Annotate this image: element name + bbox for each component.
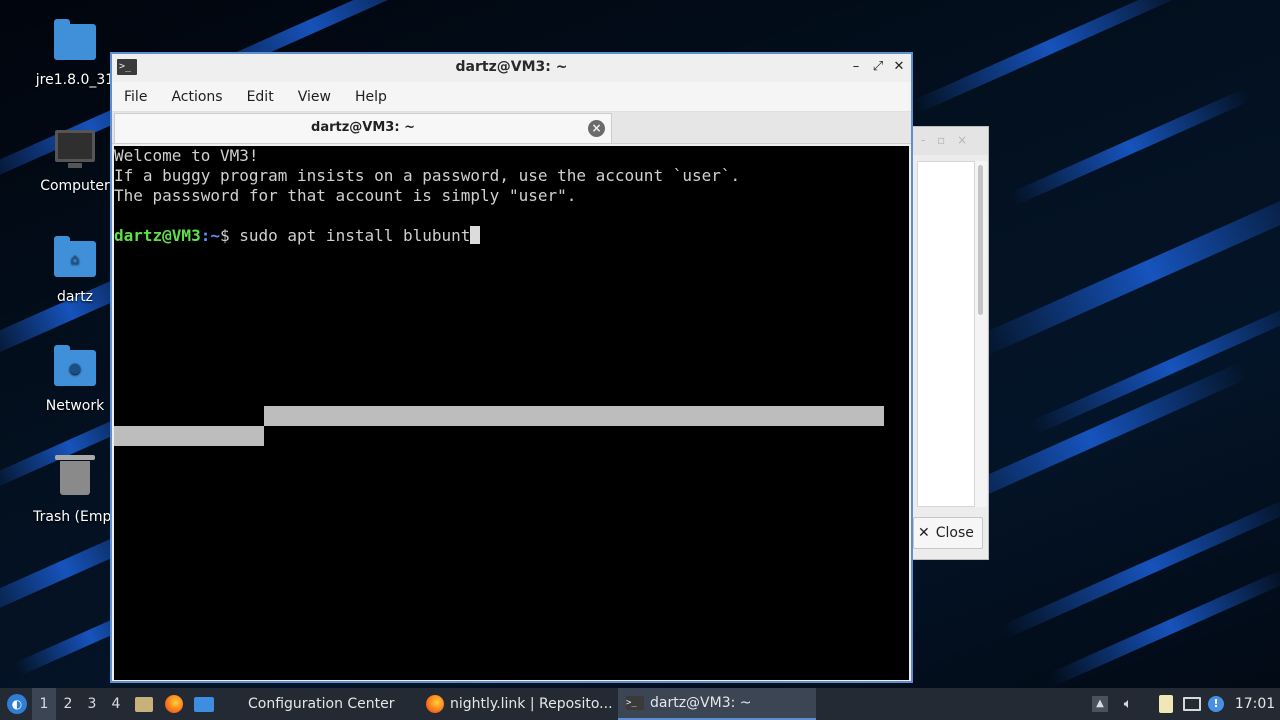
volume-button[interactable]: 🔈︎ bbox=[1117, 688, 1139, 720]
volume-icon: 🔈︎ bbox=[1123, 696, 1133, 712]
desktop-icon-label: Trash (Empt bbox=[33, 509, 117, 525]
file-manager-launcher[interactable] bbox=[134, 688, 154, 720]
updates-button[interactable]: ! bbox=[1205, 688, 1227, 720]
file-manager-icon bbox=[135, 696, 153, 712]
tray-expand-button[interactable]: ▲ bbox=[1089, 688, 1111, 720]
background-dialog: - ▫ × ✕ Close bbox=[912, 126, 989, 560]
show-desktop-button[interactable] bbox=[193, 688, 215, 720]
workspace-3[interactable]: 3 bbox=[80, 688, 104, 720]
output-line: If a buggy program insists on a password… bbox=[114, 166, 741, 185]
terminal-icon: >_ bbox=[626, 696, 644, 710]
prompt-path: :~ bbox=[200, 226, 220, 245]
home-folder-icon: ⌂ bbox=[54, 236, 96, 283]
tab-close-icon[interactable]: × bbox=[588, 120, 605, 137]
desktop-icon-label: jre1.8.0_31 bbox=[35, 72, 115, 88]
prompt-user-host: dartz@VM3 bbox=[114, 226, 201, 245]
menu-view[interactable]: View bbox=[296, 87, 333, 107]
window-title: dartz@VM3: ~ bbox=[455, 59, 568, 75]
menu-file[interactable]: File bbox=[122, 87, 149, 107]
desktop-icon bbox=[194, 696, 214, 712]
output-line: The passsword for that account is simply… bbox=[114, 186, 577, 205]
task-firefox[interactable]: nightly.link | Reposito... bbox=[418, 688, 618, 720]
folder-icon bbox=[54, 19, 96, 66]
text-cursor bbox=[470, 226, 481, 244]
desktop-icon-label: Computer bbox=[40, 178, 110, 194]
firefox-icon bbox=[426, 695, 444, 713]
close-button-label: Close bbox=[935, 525, 974, 541]
desktop-icon-label: Network bbox=[45, 398, 105, 414]
task-label: Configuration Center bbox=[248, 696, 395, 712]
clock[interactable]: 17:01 bbox=[1232, 688, 1278, 720]
minimize-button[interactable]: – bbox=[847, 58, 865, 76]
menu-bar: File Actions Edit View Help bbox=[112, 82, 911, 112]
close-icon: ✕ bbox=[918, 525, 930, 541]
prompt-line: dartz@VM3:~$ sudo apt install blubunt bbox=[114, 226, 909, 246]
workspace-2[interactable]: 2 bbox=[56, 688, 80, 720]
network-folder-icon: ● bbox=[54, 345, 96, 392]
menu-edit[interactable]: Edit bbox=[245, 87, 276, 107]
selection-highlight bbox=[264, 406, 884, 426]
window-titlebar[interactable]: >_ dartz@VM3: ~ – ⤢ ✕ bbox=[112, 54, 911, 82]
terminal-output[interactable]: Welcome to VM3! If a buggy program insis… bbox=[114, 146, 909, 680]
menu-help[interactable]: Help bbox=[353, 87, 389, 107]
task-label: nightly.link | Reposito... bbox=[450, 696, 613, 712]
background-dialog-scrollbar[interactable] bbox=[975, 161, 987, 507]
firefox-icon bbox=[165, 695, 183, 713]
window-close-button[interactable]: ✕ bbox=[890, 58, 908, 76]
selection-highlight bbox=[114, 426, 264, 446]
chevron-up-icon: ▲ bbox=[1092, 696, 1108, 712]
prompt-symbol: $ bbox=[219, 226, 240, 245]
tab-bar: dartz@VM3: ~ × bbox=[112, 112, 911, 144]
clipboard-button[interactable] bbox=[1155, 688, 1177, 720]
network-icon bbox=[1183, 697, 1201, 711]
command-text: sudo apt install blubunt bbox=[239, 226, 471, 245]
task-label: dartz@VM3: ~ bbox=[650, 695, 752, 711]
task-configuration-center[interactable]: Configuration Center bbox=[240, 688, 412, 720]
terminal-window: >_ dartz@VM3: ~ – ⤢ ✕ File Actions Edit … bbox=[110, 52, 913, 683]
firefox-launcher[interactable] bbox=[163, 688, 185, 720]
start-menu-button[interactable]: ◐ bbox=[4, 688, 30, 720]
notification-icon: ! bbox=[1208, 696, 1224, 712]
clipboard-icon bbox=[1159, 695, 1173, 713]
lubuntu-logo-icon: ◐ bbox=[7, 694, 27, 714]
workspace-4[interactable]: 4 bbox=[104, 688, 128, 720]
task-terminal[interactable]: >_ dartz@VM3: ~ bbox=[618, 688, 816, 720]
trash-icon bbox=[54, 455, 96, 503]
background-dialog-titlebar: - ▫ × bbox=[913, 127, 988, 155]
network-button[interactable] bbox=[1181, 688, 1203, 720]
taskbar: ◐ 1 2 3 4 Configuration Center nightly.l… bbox=[0, 688, 1280, 720]
output-line: Welcome to VM3! bbox=[114, 146, 259, 165]
maximize-button[interactable]: ⤢ bbox=[869, 58, 887, 76]
background-dialog-panel bbox=[917, 161, 975, 507]
workspace-1[interactable]: 1 bbox=[32, 688, 56, 720]
tab-label: dartz@VM3: ~ bbox=[311, 120, 415, 135]
tab-terminal[interactable]: dartz@VM3: ~ × bbox=[114, 113, 612, 143]
close-button[interactable]: ✕ Close bbox=[913, 517, 983, 549]
desktop-icon-label: dartz bbox=[56, 289, 94, 305]
computer-icon bbox=[54, 130, 96, 172]
menu-actions[interactable]: Actions bbox=[169, 87, 224, 107]
